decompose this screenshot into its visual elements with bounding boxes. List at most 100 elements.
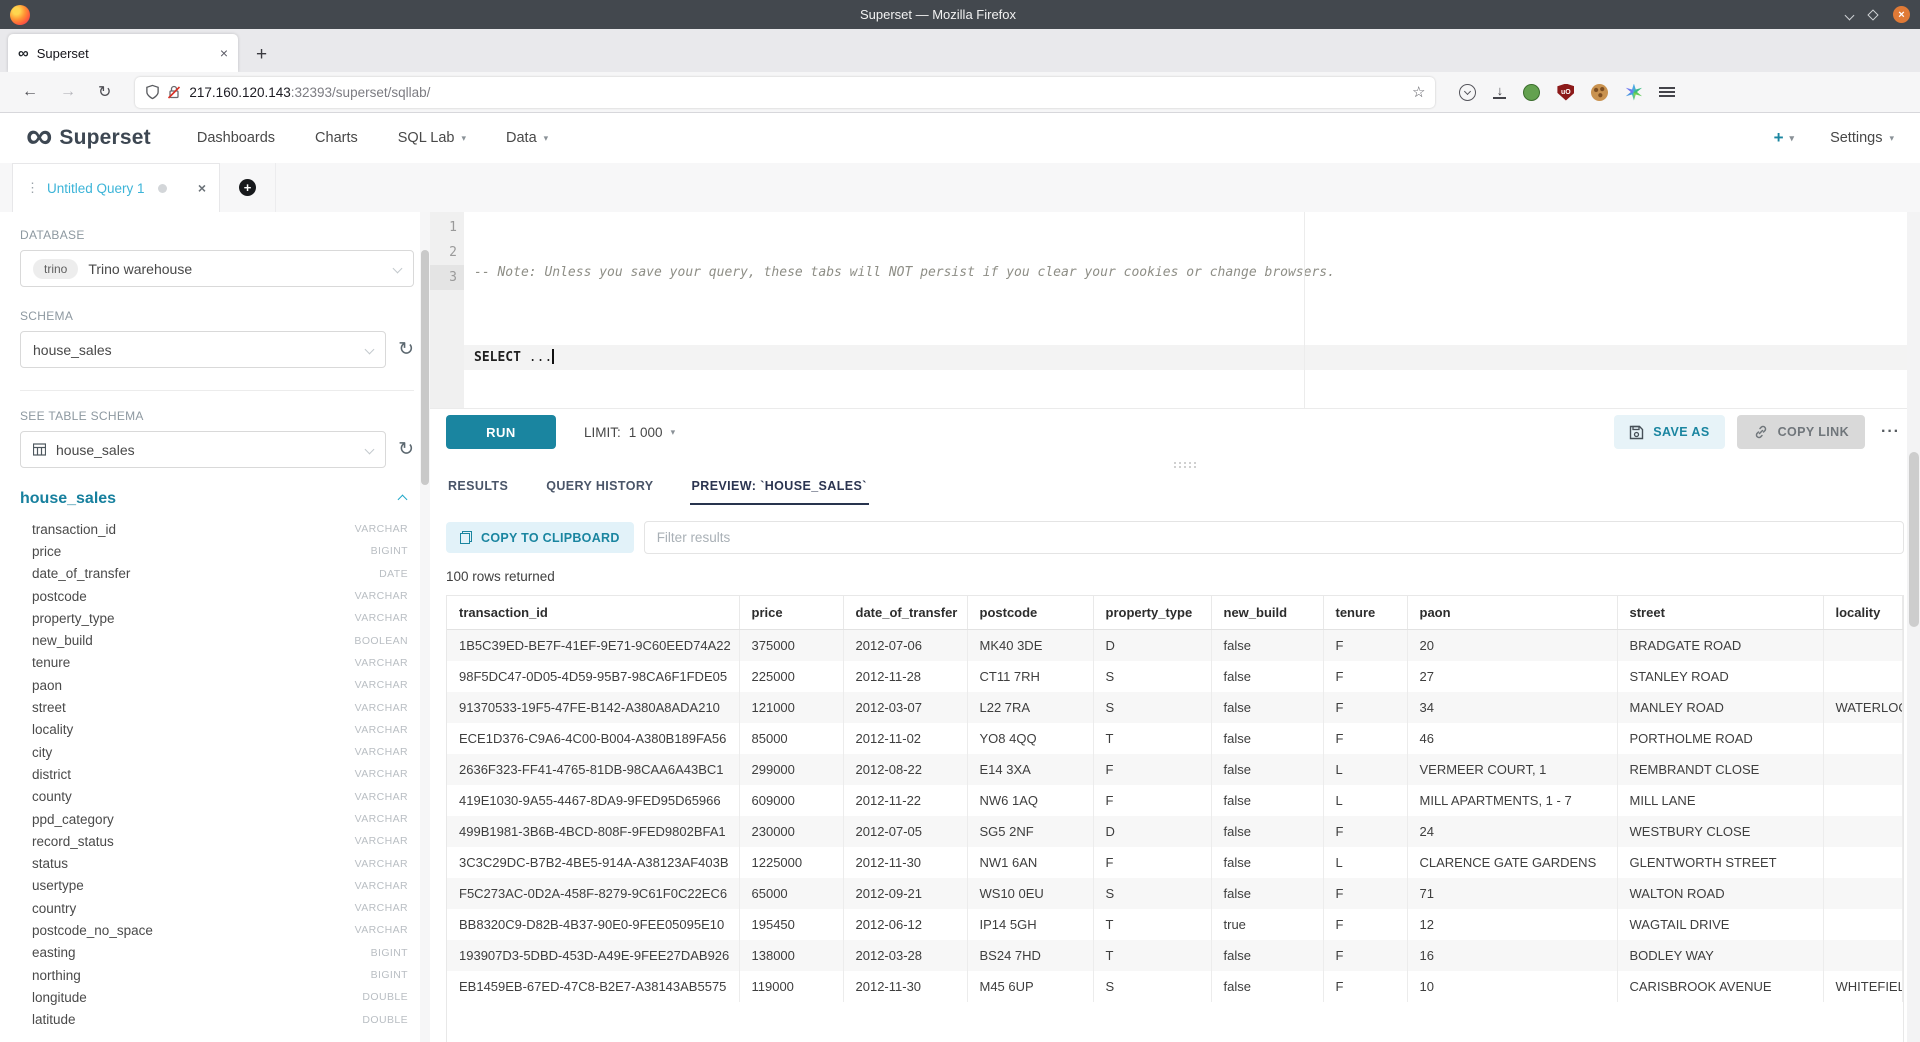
privacy-badger-extension-icon[interactable] (1523, 84, 1540, 101)
window-minimize-icon[interactable] (1846, 6, 1853, 24)
column-header[interactable]: paon (1407, 596, 1617, 630)
table-cell: GLENTWORTH STREET (1617, 847, 1823, 878)
nav-item-charts[interactable]: Charts (315, 130, 358, 146)
column-header[interactable]: new_build (1211, 596, 1323, 630)
sidebar-scrollbar[interactable] (420, 212, 430, 1042)
text-cursor (552, 349, 554, 364)
table-cell: 2012-11-30 (843, 847, 967, 878)
drag-handle-icon[interactable]: ⋮ (26, 180, 38, 196)
url-bar[interactable]: 217.160.120.143 :32393/superset/sqllab/ … (135, 77, 1435, 108)
query-tab-untitled-1[interactable]: ⋮ Untitled Query 1 × (12, 163, 220, 212)
table-row: 3C3C29DC-B7B2-4BE5-914A-A38123AF403B 122… (447, 847, 1903, 878)
new-item-button[interactable]: + ▾ (1774, 128, 1794, 148)
limit-dropdown[interactable]: LIMIT: 1 000 ▾ (584, 425, 675, 440)
table-cell: 2012-07-06 (843, 630, 967, 662)
nav-item-dashboards[interactable]: Dashboards (197, 130, 275, 146)
superset-logo[interactable]: ∞ Superset (26, 125, 151, 151)
table-cell: MK40 3DE (967, 630, 1093, 662)
column-header[interactable]: street (1617, 596, 1823, 630)
table-cell: 24 (1407, 816, 1617, 847)
table-cell: L (1323, 847, 1407, 878)
table-select[interactable]: house_sales (20, 431, 386, 468)
save-as-button[interactable]: SAVE AS (1614, 415, 1724, 449)
back-button[interactable]: ← (14, 83, 46, 101)
table-cell: 121000 (739, 692, 843, 723)
nav-item-sql-lab[interactable]: SQL Lab ▾ (398, 130, 466, 146)
table-cell: 20 (1407, 630, 1617, 662)
ublock-origin-extension-icon[interactable]: uO (1557, 84, 1574, 101)
tab-results[interactable]: RESULTS (446, 473, 510, 505)
table-cell: 2012-08-22 (843, 754, 967, 785)
table-cell: false (1211, 754, 1323, 785)
table-cell: T (1093, 909, 1211, 940)
table-cell: F (1323, 909, 1407, 940)
add-query-tab[interactable]: + (220, 163, 276, 212)
column-header[interactable]: tenure (1323, 596, 1407, 630)
table-row: 499B1981-3B6B-4BCD-808F-9FED9802BFA1 230… (447, 816, 1903, 847)
column-header[interactable]: postcode (967, 596, 1093, 630)
extension-icon[interactable] (1625, 84, 1642, 101)
schema-column: postcode_no_space VARCHAR (20, 919, 414, 941)
reload-button[interactable]: ↻ (90, 82, 119, 102)
column-name: transaction_id (32, 522, 116, 537)
chevron-down-icon: ▾ (461, 133, 466, 144)
column-header[interactable]: price (739, 596, 843, 630)
tab-close-icon[interactable]: × (220, 45, 228, 61)
settings-menu[interactable]: Settings ▾ (1830, 130, 1894, 146)
column-header[interactable]: property_type (1093, 596, 1211, 630)
window-maximize-icon[interactable] (1867, 9, 1878, 20)
filter-results-input[interactable] (644, 521, 1904, 554)
page-scrollbar[interactable] (1907, 212, 1920, 1042)
sql-comment-line: -- Note: Unless you save your query, the… (464, 260, 1920, 285)
column-header[interactable]: locality (1823, 596, 1903, 630)
schema-column: northing BIGINT (20, 964, 414, 986)
table-cell: M45 6UP (967, 971, 1093, 1002)
lock-disabled-icon[interactable] (167, 85, 181, 100)
schema-select[interactable]: house_sales (20, 331, 386, 368)
tab-query-history[interactable]: QUERY HISTORY (544, 473, 655, 505)
window-close-icon[interactable]: × (1893, 6, 1910, 23)
copy-icon (460, 531, 472, 544)
database-engine-badge: trino (33, 259, 78, 279)
tab-preview-house-sales[interactable]: PREVIEW: `HOUSE_SALES` (690, 473, 869, 505)
collapse-chevron-up-icon[interactable] (398, 494, 408, 504)
download-icon[interactable]: ↓ (1493, 85, 1506, 99)
more-options-button[interactable]: ··· (1877, 423, 1904, 441)
browser-tab-superset[interactable]: ∞ Superset × (8, 34, 238, 72)
page-scrollbar-thumb[interactable] (1909, 452, 1919, 627)
query-tab-close-icon[interactable]: × (198, 180, 206, 196)
column-header[interactable]: date_of_transfer (843, 596, 967, 630)
query-tab-strip: ⋮ Untitled Query 1 × + (0, 163, 1920, 212)
menu-icon[interactable] (1659, 85, 1675, 99)
column-header[interactable]: transaction_id (447, 596, 739, 630)
column-name: postcode (32, 589, 87, 604)
refresh-schema-icon[interactable]: ↻ (398, 340, 414, 359)
sidebar-scrollbar-thumb[interactable] (421, 250, 429, 485)
column-type: VARCHAR (355, 768, 414, 780)
sql-editor[interactable]: 1 2 3 -- Note: Unless you save your quer… (430, 212, 1920, 409)
copy-to-clipboard-button[interactable]: COPY TO CLIPBOARD (446, 522, 634, 553)
database-select[interactable]: trino Trino warehouse (20, 250, 414, 287)
bookmark-star-icon[interactable]: ☆ (1412, 83, 1425, 101)
shield-icon[interactable] (145, 84, 160, 100)
column-type: BIGINT (371, 947, 414, 959)
table-cell: NW6 1AQ (967, 785, 1093, 816)
column-type: DATE (379, 568, 414, 580)
forward-button[interactable]: → (52, 83, 84, 101)
cookie-extension-icon[interactable] (1591, 84, 1608, 101)
schema-column: status VARCHAR (20, 852, 414, 874)
column-type: BOOLEAN (354, 635, 414, 647)
table-cell: 1B5C39ED-BE7F-41EF-9E71-9C60EED74A22 (447, 630, 739, 662)
table-row: ECE1D376-C9A6-4C00-B004-A380B189FA56 850… (447, 723, 1903, 754)
database-select-value: Trino warehouse (88, 261, 192, 277)
refresh-table-icon[interactable]: ↻ (398, 440, 414, 459)
nav-item-data[interactable]: Data ▾ (506, 130, 548, 146)
run-button[interactable]: RUN (446, 415, 556, 449)
new-tab-button[interactable]: + (248, 44, 275, 66)
table-select-value: house_sales (56, 442, 135, 458)
pane-resize-handle[interactable] (430, 455, 1920, 471)
pocket-icon[interactable] (1459, 84, 1476, 101)
copy-link-button[interactable]: COPY LINK (1737, 415, 1865, 449)
table-row: 98F5DC47-0D05-4D59-95B7-98CA6F1FDE05 225… (447, 661, 1903, 692)
editor-code-area[interactable]: -- Note: Unless you save your query, the… (464, 212, 1920, 408)
